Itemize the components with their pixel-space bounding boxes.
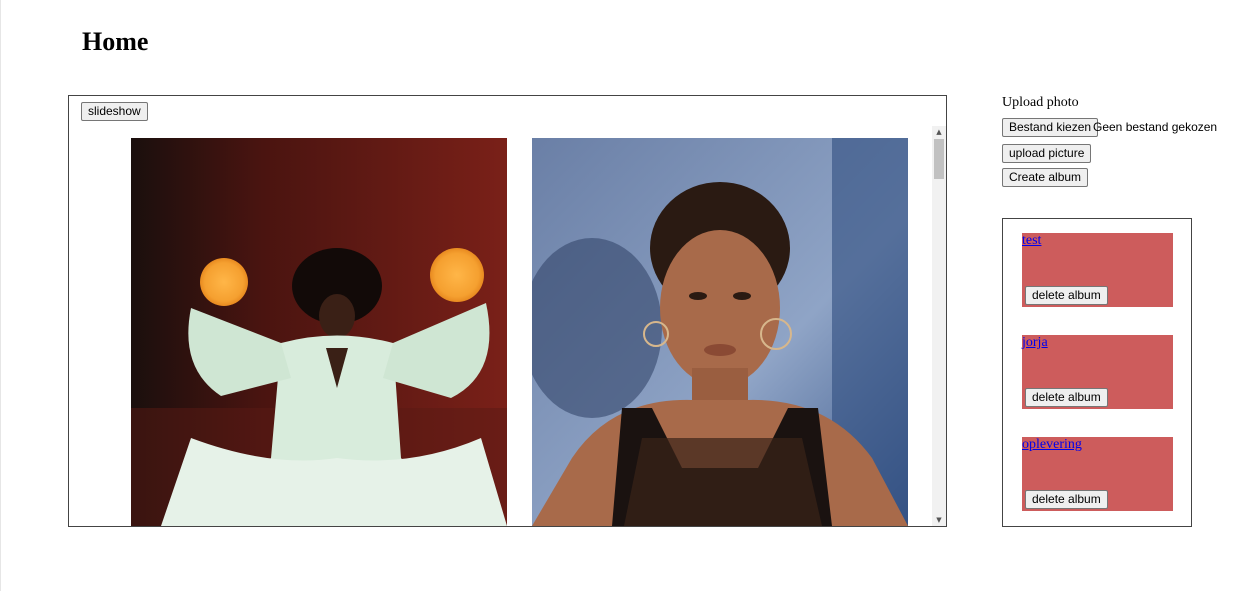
gallery-photo[interactable] [532,138,908,526]
page-title: Home [82,27,149,56]
album-card: oplevering delete album [1022,437,1173,511]
album-list: test delete album jorja delete album opl… [1002,218,1192,527]
album-link[interactable]: test [1022,233,1041,249]
scrollbar-thumb[interactable] [934,139,944,179]
choose-file-button[interactable]: Bestand kiezen [1002,118,1099,137]
gallery-scrollbar[interactable]: ▲ ▼ [932,126,946,526]
create-album-button[interactable]: Create album [1002,168,1089,187]
gallery-photo[interactable] [131,138,507,526]
scroll-up-arrow-icon[interactable]: ▲ [932,126,946,138]
page-edge [0,0,1,591]
upload-picture-button[interactable]: upload picture [1002,144,1092,163]
album-card: test delete album [1022,233,1173,307]
file-status-text: Geen bestand gekozen [1093,120,1218,134]
scroll-down-arrow-icon[interactable]: ▼ [932,514,946,526]
delete-album-button[interactable]: delete album [1025,388,1108,407]
slideshow-button[interactable]: slideshow [81,102,148,121]
delete-album-button[interactable]: delete album [1025,286,1108,305]
photo-woman-white-dress [131,138,507,526]
photo-woman-braids [532,138,908,526]
album-link[interactable]: jorja [1022,335,1048,351]
album-link[interactable]: oplevering [1022,437,1082,453]
upload-photo-label: Upload photo [1002,95,1079,110]
delete-album-button[interactable]: delete album [1025,490,1108,509]
photo-gallery[interactable]: slideshow ▲ ▼ [68,95,947,527]
album-card: jorja delete album [1022,335,1173,409]
